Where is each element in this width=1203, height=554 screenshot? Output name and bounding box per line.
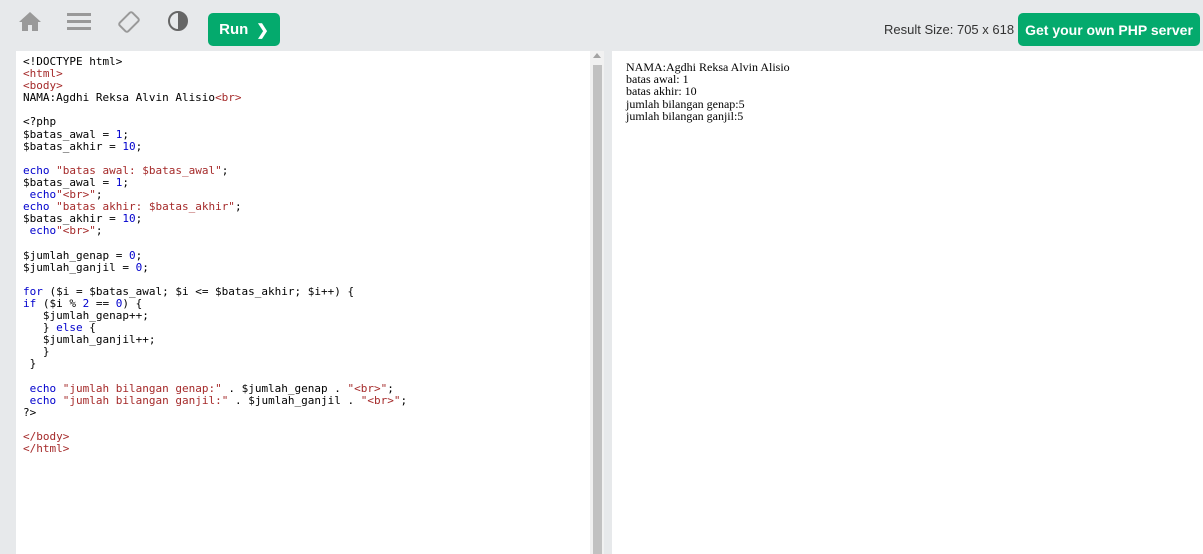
- result-line: jumlah bilangan ganjil:5: [626, 108, 744, 123]
- scroll-thumb[interactable]: [593, 65, 602, 554]
- editor-scrollbar[interactable]: [590, 51, 604, 554]
- code-line[interactable]: </html>: [23, 442, 590, 455]
- code-content[interactable]: <!DOCTYPE html> <html> <body> NAMA:Agdhi Re…: [16, 51, 590, 455]
- code-editor[interactable]: <!DOCTYPE html> <html> <body> NAMA:Agdhi Re…: [16, 51, 590, 554]
- code-line[interactable]: [23, 104, 590, 116]
- get-own-server-button[interactable]: Get your own PHP server: [1018, 13, 1200, 46]
- result-line: jumlah bilangan genap:5: [626, 96, 745, 111]
- code-line[interactable]: echo"<br>";: [23, 225, 590, 237]
- menu-icon[interactable]: [67, 10, 93, 34]
- code-line[interactable]: <html>: [23, 68, 590, 80]
- code-line[interactable]: <!DOCTYPE html>: [23, 55, 590, 68]
- toolbar: Run ❯ Result Size: 705 x 618 Get your ow…: [0, 0, 1203, 46]
- code-line[interactable]: $batas_awal = 1;: [23, 176, 590, 189]
- code-line[interactable]: $jumlah_genap = 0;: [23, 249, 590, 262]
- result-size-label: Result Size: 705 x 618: [884, 22, 1015, 37]
- result-line: NAMA:Agdhi Reksa Alvin Alisio: [626, 60, 790, 74]
- home-icon[interactable]: [18, 10, 44, 34]
- code-line[interactable]: [23, 274, 590, 286]
- code-line[interactable]: $jumlah_ganjil++;: [23, 334, 590, 346]
- contrast-icon[interactable]: [167, 10, 193, 34]
- code-line[interactable]: $batas_akhir = 10;: [23, 140, 590, 153]
- run-button-label: Run: [219, 21, 249, 38]
- code-line[interactable]: ?>: [23, 406, 590, 419]
- result-output: NAMA:Agdhi Reksa Alvin Alisio batas awal:…: [612, 51, 1203, 122]
- code-line[interactable]: </body>: [23, 430, 590, 443]
- chevron-right-icon: ❯: [256, 21, 269, 39]
- code-line[interactable]: $batas_awal = 1;: [23, 128, 590, 141]
- code-line[interactable]: $jumlah_genap++;: [23, 309, 590, 322]
- code-line[interactable]: }: [23, 346, 590, 358]
- code-line[interactable]: }: [23, 358, 590, 370]
- run-button[interactable]: Run ❯: [208, 13, 280, 46]
- result-line: batas awal: 1: [626, 72, 689, 87]
- code-line[interactable]: $jumlah_ganjil = 0;: [23, 261, 590, 274]
- scroll-up-icon[interactable]: [593, 53, 601, 58]
- code-line[interactable]: [23, 237, 590, 249]
- code-line[interactable]: $batas_akhir = 10;: [23, 213, 590, 225]
- code-line[interactable]: NAMA:Agdhi Reksa Alvin Alisio<br>: [23, 92, 590, 104]
- code-line[interactable]: [23, 419, 590, 431]
- result-panel: NAMA:Agdhi Reksa Alvin Alisio batas awal:…: [612, 51, 1203, 554]
- rotate-icon[interactable]: [116, 10, 142, 34]
- code-line[interactable]: echo "jumlah bilangan ganjil:" . $jumlah…: [23, 394, 590, 407]
- result-line: batas akhir: 10: [626, 84, 697, 99]
- code-line[interactable]: <?php: [23, 116, 590, 128]
